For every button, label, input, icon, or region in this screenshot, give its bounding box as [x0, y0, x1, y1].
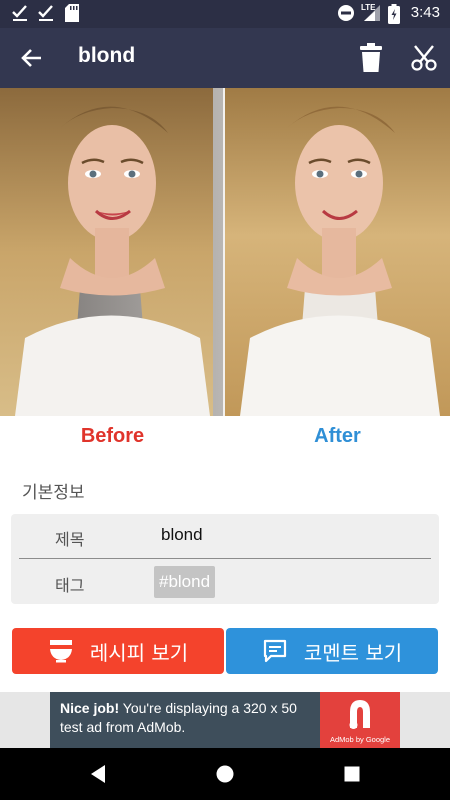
app-bar: blond: [0, 28, 450, 88]
info-box: 제목 blond 태그 #blond: [11, 514, 439, 604]
recipe-button[interactable]: 레시피 보기: [12, 628, 224, 674]
trash-icon[interactable]: [355, 42, 387, 74]
ad-logo-caption: AdMob by Google: [329, 735, 391, 744]
recipe-button-label: 레시피 보기: [89, 640, 189, 665]
ad-banner[interactable]: Nice job! You're displaying a 320 x 50 t…: [50, 692, 400, 748]
tag-chip[interactable]: #blond: [154, 566, 216, 598]
admob-logo: AdMob by Google: [320, 692, 400, 748]
comparison-photos: [0, 88, 450, 416]
status-time: 3:43: [410, 4, 440, 21]
section-title-basic-info: 기본정보: [22, 483, 85, 503]
comment-button[interactable]: 코멘트 보기: [226, 628, 438, 674]
bowl-icon: [48, 638, 74, 664]
title-value: blond: [161, 525, 203, 544]
tag-key: 태그: [55, 576, 85, 595]
ad-area: Nice job! You're displaying a 320 x 50 t…: [0, 692, 450, 748]
comment-icon: [262, 638, 288, 664]
network-type-label: LTE: [361, 3, 376, 12]
after-label: After: [314, 425, 361, 447]
do-not-disturb-icon: [337, 4, 355, 26]
before-label: Before: [80, 425, 145, 447]
after-photo[interactable]: [225, 88, 450, 416]
battery-icon: [388, 4, 400, 28]
check-icon: [38, 4, 54, 26]
recents-square-icon[interactable]: [340, 762, 364, 786]
nav-bar: [0, 748, 450, 800]
divider: [19, 558, 431, 559]
title-row: 제목 blond: [11, 514, 439, 558]
back-triangle-icon[interactable]: [86, 762, 110, 786]
comment-button-label: 코멘트 보기: [303, 640, 403, 665]
status-bar: LTE 3:43: [0, 0, 450, 28]
ad-headline: Nice job!: [60, 700, 120, 716]
ad-text: Nice job! You're displaying a 320 x 50 t…: [60, 699, 322, 737]
tag-row: 태그 #blond: [11, 560, 439, 604]
home-circle-icon[interactable]: [213, 762, 237, 786]
sd-card-icon: [65, 4, 79, 26]
page-title: blond: [78, 44, 136, 67]
admob-logo-icon: [349, 700, 370, 729]
check-icon: [12, 4, 28, 26]
before-photo[interactable]: [0, 88, 223, 416]
scissors-icon[interactable]: [408, 42, 440, 74]
title-key: 제목: [55, 530, 85, 549]
arrow-left-icon[interactable]: [16, 42, 48, 74]
